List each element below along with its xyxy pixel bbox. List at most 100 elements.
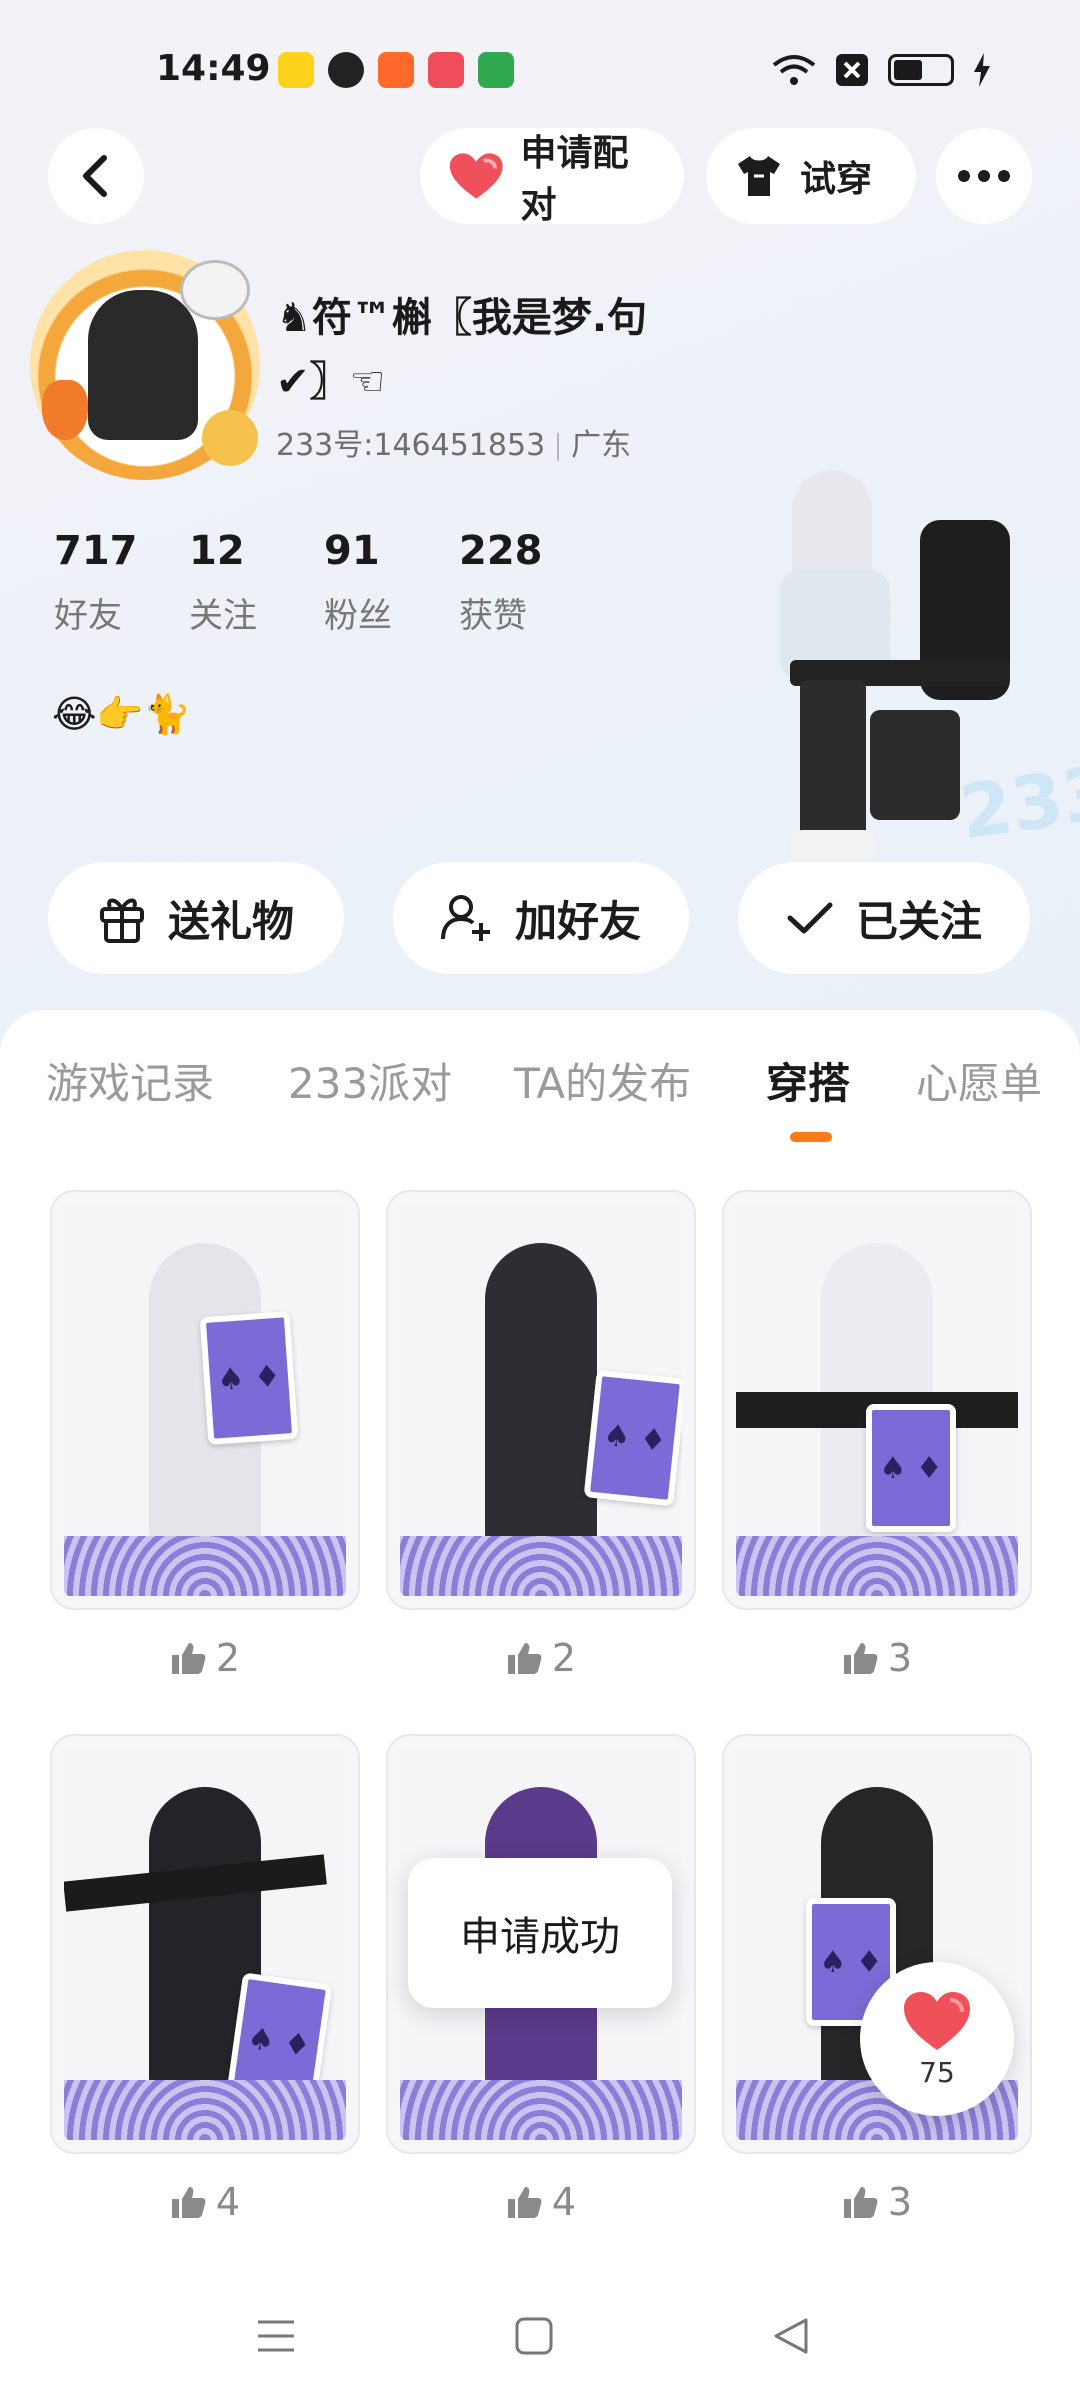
outfit-likes[interactable]: 2 <box>386 1636 696 1680</box>
stat-likes: 228 获赞 <box>459 528 594 637</box>
outfit-likes[interactable]: 3 <box>722 1636 1032 1680</box>
nickname: ♞符™槲〖我是梦.句✔〗☜ <box>276 295 648 405</box>
back-button[interactable] <box>48 128 144 224</box>
try-on-label: 试穿 <box>800 159 873 200</box>
outfit-likes[interactable]: 4 <box>50 2180 360 2224</box>
followed-label: 已关注 <box>855 896 982 946</box>
cat-decoration <box>180 260 250 320</box>
character-prop <box>870 710 960 820</box>
add-friend-button[interactable]: 加好友 <box>393 862 689 974</box>
request-pair-button[interactable]: 申请配对 <box>420 128 684 226</box>
back-nav-button[interactable] <box>762 2306 822 2366</box>
back-triangle-icon <box>774 2318 808 2354</box>
outfit-card[interactable] <box>50 1190 360 1610</box>
outfit-card[interactable] <box>722 1190 1032 1610</box>
character-shoes <box>790 830 876 860</box>
tab-wishlist[interactable]: 心愿单 <box>916 1050 1042 1111</box>
outfit-likes[interactable]: 4 <box>386 2180 696 2224</box>
stat-value: 12 <box>189 528 245 574</box>
toast-message: 申请成功 <box>408 1858 672 2008</box>
stat-value: 717 <box>54 528 138 574</box>
tab-posts[interactable]: TA的发布 <box>514 1050 691 1111</box>
likes-count: 2 <box>215 1636 241 1680</box>
avatar[interactable] <box>30 250 260 480</box>
try-on-button[interactable]: 试穿 <box>706 128 916 224</box>
divider <box>557 432 560 461</box>
outfit-figure <box>484 1243 598 1549</box>
card-prop <box>199 1311 299 1445</box>
tab-game-records[interactable]: 游戏记录 <box>46 1050 214 1111</box>
notification-icons <box>278 52 514 88</box>
oppo-icon <box>478 52 514 88</box>
battery-icon <box>888 54 954 86</box>
tab-outfits[interactable]: 穿搭 <box>766 1050 850 1111</box>
followed-button[interactable]: 已关注 <box>738 862 1030 974</box>
outfit-floor <box>400 1536 682 1596</box>
send-gift-label: 送礼物 <box>167 896 294 946</box>
app-notification-icon <box>378 52 414 88</box>
thumb-up-icon <box>507 1643 542 1674</box>
home-nav-button[interactable] <box>504 2306 564 2366</box>
wechat-icon <box>328 52 364 88</box>
bio: 😂👉🐈 <box>52 692 192 736</box>
character-legs <box>800 680 866 840</box>
system-icons <box>772 52 992 88</box>
likes-count: 3 <box>887 1636 913 1680</box>
status-time: 14:49 <box>156 48 271 89</box>
outfit-image <box>64 1748 346 2140</box>
request-pair-label: 申请配对 <box>520 133 629 226</box>
outfit-card[interactable] <box>386 1190 696 1610</box>
more-button[interactable] <box>936 128 1032 224</box>
outfit-likes[interactable]: 2 <box>50 1636 360 1680</box>
menu-icon <box>258 2320 294 2352</box>
stat-friends[interactable]: 717 好友 <box>54 528 189 637</box>
outfit-floor <box>64 2080 346 2140</box>
thumb-up-icon <box>171 1643 206 1674</box>
video-icon <box>428 52 464 88</box>
system-nav-bar <box>0 2290 1080 2400</box>
outfit-image <box>64 1204 346 1596</box>
tab-233-party[interactable]: 233派对 <box>288 1050 452 1111</box>
outfit-card[interactable] <box>50 1734 360 2154</box>
region: 广东 <box>571 428 632 463</box>
thumb-up-icon <box>843 1643 878 1674</box>
stat-label: 关注 <box>189 596 257 636</box>
crown-decoration <box>202 410 258 466</box>
app-notification-icon <box>278 52 314 88</box>
outfit-image <box>736 1204 1018 1596</box>
outfit-likes[interactable]: 3 <box>722 2180 1032 2224</box>
content-panel: 游戏记录 233派对 TA的发布 穿搭 心愿单 2 <box>0 1010 1080 2400</box>
stats-row: 717 好友 12 关注 91 粉丝 228 获赞 <box>54 528 594 637</box>
more-icon-dot <box>978 170 990 182</box>
stat-following[interactable]: 12 关注 <box>189 528 324 637</box>
uid-line: 233号:146451853 广东 <box>276 420 631 464</box>
stat-label: 获赞 <box>459 596 527 636</box>
likes-count: 3 <box>887 2180 913 2224</box>
active-tab-indicator <box>790 1132 832 1142</box>
like-count: 75 <box>919 2055 955 2089</box>
likes-count: 4 <box>551 2180 577 2224</box>
heart-icon <box>904 1991 970 2050</box>
likes-count: 4 <box>215 2180 241 2224</box>
stat-value: 228 <box>459 528 543 574</box>
avatar-figure <box>88 290 198 440</box>
stat-fans[interactable]: 91 粉丝 <box>324 528 459 637</box>
heart-icon <box>449 153 503 199</box>
outfit-floor <box>736 1536 1018 1596</box>
outfit-image <box>400 1204 682 1596</box>
shirt-icon <box>738 156 780 196</box>
more-icon-dot <box>958 170 970 182</box>
thumb-up-icon <box>843 2187 878 2218</box>
like-button[interactable]: 75 <box>860 1962 1014 2116</box>
thumb-up-icon <box>171 2187 206 2218</box>
carrot-decoration <box>42 380 88 440</box>
more-icon-dot <box>998 170 1010 182</box>
menu-nav-button[interactable] <box>246 2306 306 2366</box>
check-icon <box>787 902 833 934</box>
card-prop <box>866 1404 956 1532</box>
likes-count: 2 <box>551 1636 577 1680</box>
thumb-up-icon <box>507 2187 542 2218</box>
send-gift-button[interactable]: 送礼物 <box>48 862 344 974</box>
card-prop <box>583 1369 682 1507</box>
outfit-floor <box>400 2080 682 2140</box>
